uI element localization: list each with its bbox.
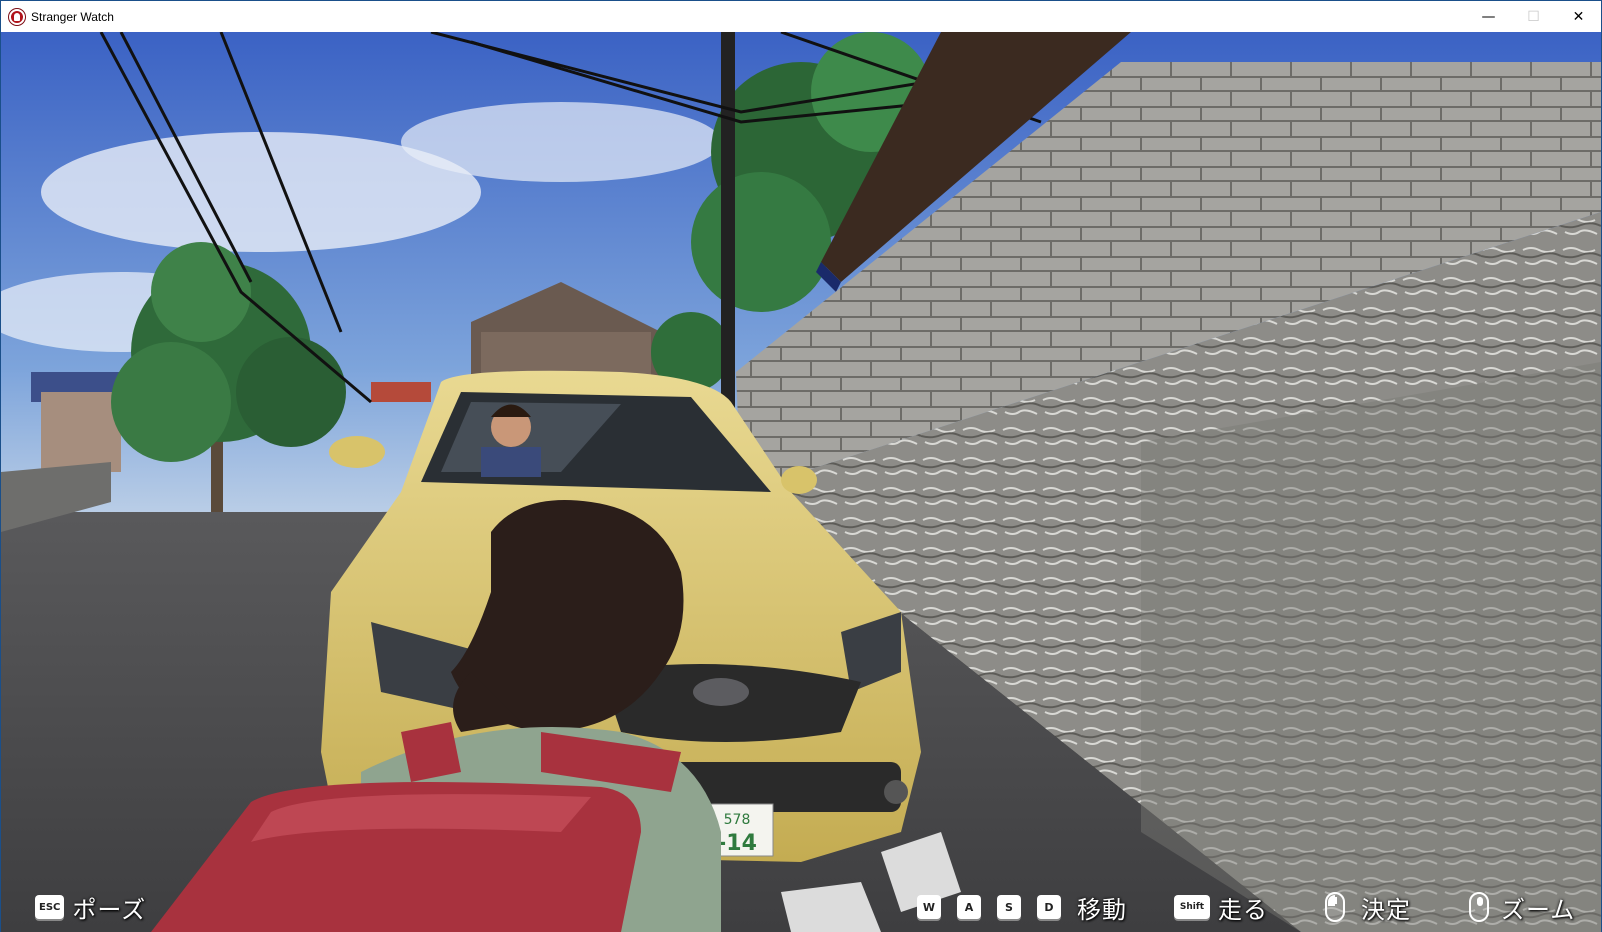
minimize-button[interactable]: — [1466,1,1511,32]
game-scene: 578 -14 [1,32,1601,932]
house [41,392,121,472]
hud-confirm: 決定 [1325,882,1411,932]
app-icon [9,8,25,25]
side-mirror [781,466,817,494]
close-button[interactable]: ✕ [1556,1,1601,32]
maximize-button[interactable]: ☐ [1511,1,1556,32]
utility-pole [721,32,735,412]
mouse-left-click-icon [1325,892,1345,922]
game-viewport[interactable]: 578 -14 ESC ポーズ W A S D 移動 Shift 走る 決定 ズ… [1,32,1601,932]
window-title: Stranger Watch [31,9,114,24]
plate-top-text: 578 [724,812,751,828]
hud-zoom: ズーム [1469,882,1575,932]
stone-wall-shadow [1141,362,1601,932]
window-controls: — ☐ ✕ [1466,1,1601,32]
backpack-strap [401,722,461,782]
a-key: A [957,895,981,919]
house-roof [371,382,431,402]
cloud [401,102,721,182]
title-bar[interactable]: Stranger Watch — ☐ ✕ [1,1,1601,32]
side-mirror [329,436,385,468]
hud-pause: ESC ポーズ [35,882,146,932]
w-key: W [917,895,941,919]
mouse-wheel-icon [1469,892,1489,922]
game-window: Stranger Watch — ☐ ✕ 578 -14 ESC ポーズ W A… [0,0,1602,932]
pause-label: ポーズ [72,895,147,924]
s-key: S [997,895,1021,919]
plate-main-text: -14 [717,831,757,856]
shift-key: Shift [1174,895,1210,919]
esc-key: ESC [35,895,65,919]
d-key: D [1037,895,1061,919]
hud-move: W A S D 移動 [917,882,1127,932]
driver-body [481,447,541,477]
confirm-label: 決定 [1361,895,1411,924]
move-label: 移動 [1077,895,1127,924]
zoom-label: ズーム [1501,895,1576,924]
controls-hud: ESC ポーズ W A S D 移動 Shift 走る 決定 ズーム [1,882,1601,932]
run-label: 走る [1218,895,1268,924]
hud-run: Shift 走る [1174,882,1268,932]
